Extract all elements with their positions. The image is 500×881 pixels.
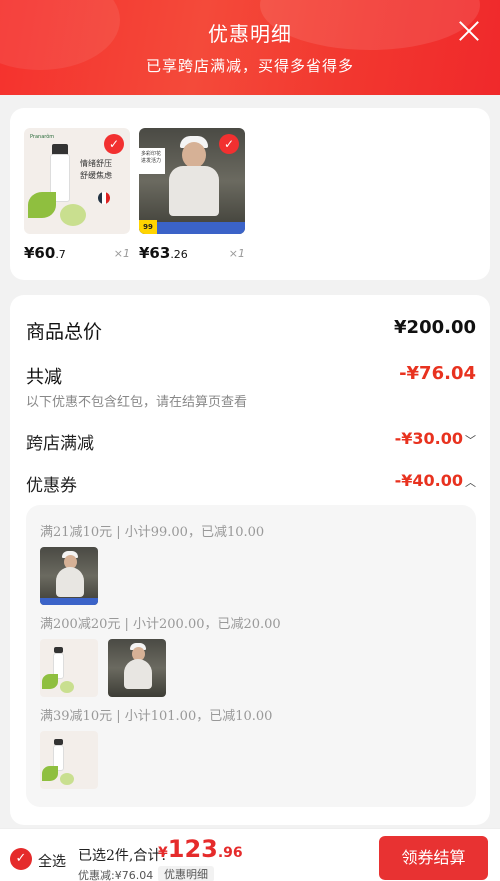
checkmark-icon[interactable]: ✓ [104,134,124,154]
total-reduce-label: 共减 [26,367,62,388]
tshirt [56,567,84,597]
discount-amount-text: 优惠减:¥76.04 [78,869,154,881]
lime [60,204,86,226]
selected-count-text: 已选2件,合计: [78,848,167,864]
chevron-down-icon[interactable]: ﹀ [465,434,476,447]
total-amount: ¥123.96 [158,835,243,863]
coupon-product-thumb[interactable] [40,547,98,605]
product-item[interactable]: 多彩印花 进发活力 99 ✓ ¥63.26 ×1 [139,128,245,262]
flag-icon [98,192,110,204]
header: 优惠明细 已享跨店满减，买得多省得多 [0,0,500,95]
product-quantity: ×1 [113,247,130,260]
coupon-group-title: 满21减10元 | 小计99.00，已减10.00 [40,525,265,540]
coupon-label: 优惠券 [26,476,77,496]
tshirt-model-image [40,547,98,605]
brand-text: Pranarôm [30,134,55,140]
essential-oil-image [40,731,98,789]
lime [60,681,74,693]
total-price-row: 商品总价 ¥200.00 [26,317,476,343]
discount-note: 以下优惠不包含红包，请在结算页查看 [26,395,248,410]
discount-summary-card: 商品总价 ¥200.00 共减 -¥76.04 以下优惠不包含红包，请在结算页查… [10,295,490,825]
checkout-button[interactable]: 领券结算 [379,836,488,880]
coupon-product-thumb[interactable] [108,639,166,697]
promo-tag: 多彩印花 进发活力 [139,148,165,174]
select-all-label[interactable]: 全选 [38,851,66,871]
product-price: ¥60.7 [24,244,66,262]
leaf [42,674,58,689]
thumb-text: 舒缓焦虑 [80,171,112,180]
cross-store-label: 跨店满减 [26,434,94,454]
thumb-text: 情绪舒压 [80,159,112,168]
total-price-value: ¥200.00 [394,317,476,338]
tshirt [169,166,219,216]
coupon-group-title: 满200减20元 | 小计200.00，已减20.00 [40,617,281,632]
product-thumbnail[interactable]: 多彩印花 进发活力 99 ✓ [139,128,245,234]
page-title: 优惠明细 [208,22,292,46]
leaf [28,192,56,218]
cross-store-value[interactable]: -¥30.00 ﹀ [395,429,476,448]
coupon-row[interactable]: 优惠券 -¥40.00 ︿ [26,471,476,496]
tshirt [124,659,152,689]
selected-products-card: Pranarôm 情绪舒压 舒缓焦虑 ✓ ¥60.7 ×1 多彩印花 进发活力 … [10,108,490,280]
total-reduce-value: -¥76.04 [399,363,476,384]
coupon-group-title: 满39减10元 | 小计101.00，已减10.00 [40,709,273,724]
chevron-up-icon[interactable]: ︿ [465,476,476,489]
product-quantity: ×1 [228,247,245,260]
promo-bar [40,598,98,605]
product-item[interactable]: Pranarôm 情绪舒压 舒缓焦虑 ✓ ¥60.7 ×1 [24,128,130,262]
essential-oil-image [40,639,98,697]
checkmark-icon[interactable]: ✓ [219,134,239,154]
discount-detail-button[interactable]: 优惠明细 [158,866,214,881]
lime [60,773,74,785]
head [182,142,206,168]
page-subtitle: 已享跨店满减，买得多省得多 [145,57,354,75]
product-price: ¥63.26 [139,244,188,262]
tshirt-model-image [108,639,166,697]
select-all-checkbox[interactable]: ✓ [10,848,32,870]
close-icon[interactable] [458,20,480,42]
price-badge: 99 [139,220,157,234]
total-reduce-row: 共减 -¥76.04 [26,363,476,388]
product-thumbnail[interactable]: Pranarôm 情绪舒压 舒缓焦虑 ✓ [24,128,130,234]
checkout-bar: ✓ 全选 已选2件,合计: ¥123.96 优惠减:¥76.04 优惠明细 领券… [0,828,500,881]
leaf [42,766,58,781]
coupon-product-thumb[interactable] [40,731,98,789]
total-price-label: 商品总价 [26,321,103,343]
cross-store-row[interactable]: 跨店满减 -¥30.00 ﹀ [26,429,476,454]
coupon-detail-panel: 满21减10元 | 小计99.00，已减10.00 满200减20元 | 小计2… [26,505,476,807]
coupon-value[interactable]: -¥40.00 ︿ [395,471,476,490]
coupon-product-thumb[interactable] [40,639,98,697]
